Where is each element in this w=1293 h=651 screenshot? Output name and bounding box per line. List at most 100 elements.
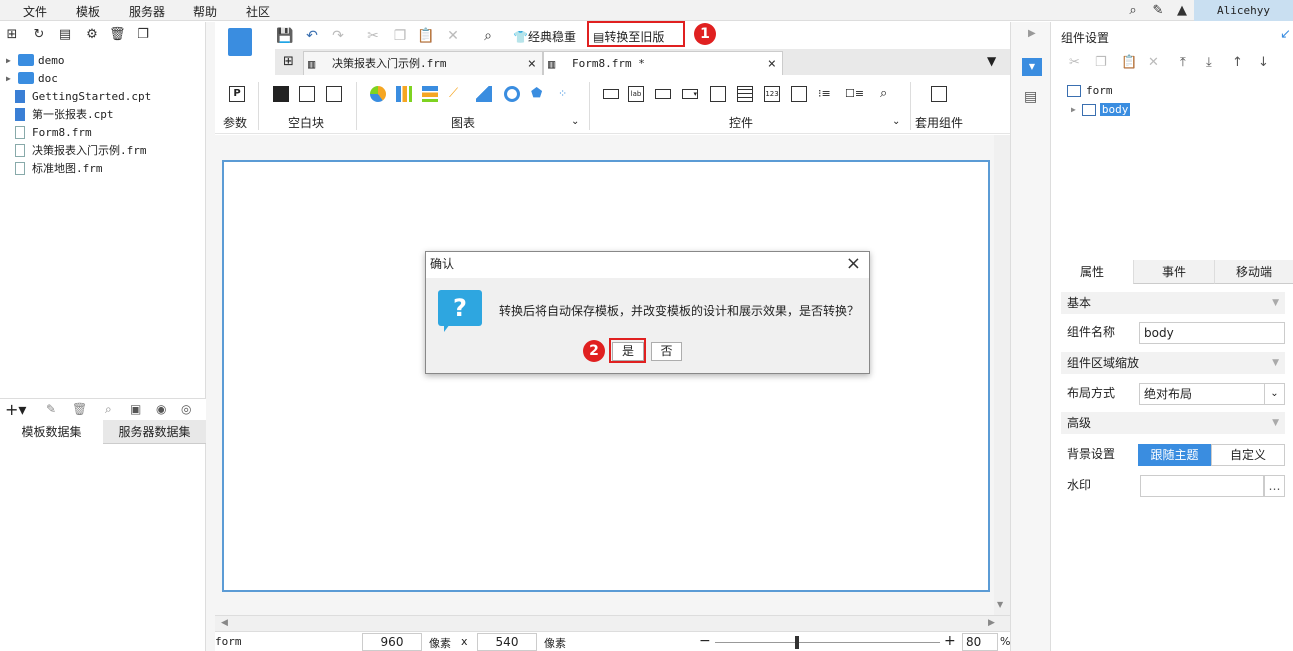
add-dataset-icon[interactable]: +▾ <box>5 400 26 419</box>
scroll-down-icon[interactable]: ▼ <box>997 600 1003 609</box>
pie-chart-icon[interactable] <box>370 86 386 102</box>
scatter-chart-icon[interactable]: ⁘ <box>558 86 574 102</box>
watermark-edit-button[interactable]: … <box>1264 475 1285 497</box>
text-field-icon[interactable] <box>655 89 671 99</box>
database-settings-icon[interactable]: ◎ <box>181 402 191 416</box>
scroll-left-icon[interactable]: ◀ <box>221 618 228 628</box>
vertical-scrollbar[interactable]: ▼ <box>994 135 1010 615</box>
tab-template-dataset[interactable]: 模板数据集 <box>0 420 103 444</box>
column-chart-icon[interactable] <box>422 86 438 102</box>
redo-icon[interactable]: ↷ <box>329 27 347 45</box>
zoom-input[interactable]: 80 <box>962 633 998 651</box>
tab-form8[interactable]: ▥ Form8.frm * × <box>543 51 783 75</box>
copy-icon[interactable]: ❐ <box>135 27 151 43</box>
section-zoom[interactable]: 组件区域缩放 ▼ <box>1061 352 1285 374</box>
expand-arrow-icon[interactable]: ▶ <box>6 56 18 65</box>
preview-icon[interactable]: ⌕ <box>105 402 112 417</box>
copy-icon[interactable]: ❐ <box>1095 55 1107 70</box>
settings-icon[interactable]: ⚙ <box>84 27 100 43</box>
date-widget-icon[interactable] <box>737 86 753 102</box>
combo-widget-icon[interactable] <box>710 86 726 102</box>
expand-arrow-icon[interactable]: ▶ <box>1071 105 1076 114</box>
search-icon[interactable]: ⌕ <box>1125 3 1141 19</box>
bg-follow-theme-button[interactable]: 跟随主题 <box>1138 444 1211 466</box>
checkbox-group-icon[interactable]: ☐≡ <box>845 86 864 102</box>
textarea-widget-icon[interactable] <box>791 86 807 102</box>
move-down-icon[interactable]: ↓ <box>1258 55 1269 70</box>
tree-item-decision-demo[interactable]: 决策报表入门示例.frm <box>12 141 147 159</box>
scroll-right-icon[interactable]: ▶ <box>988 618 995 628</box>
form-body-frame[interactable] <box>222 160 990 592</box>
tree-node-form[interactable]: form <box>1067 84 1113 97</box>
move-bottom-icon[interactable]: ⤓ <box>1206 55 1212 70</box>
tree-node-body[interactable]: ▶ body <box>1071 103 1131 116</box>
area-chart-icon[interactable] <box>476 86 492 102</box>
move-up-icon[interactable]: ↑ <box>1232 55 1243 70</box>
bar-chart-icon[interactable] <box>396 86 412 102</box>
tab-events[interactable]: 事件 <box>1133 260 1214 284</box>
cut-icon[interactable]: ✂ <box>364 27 382 45</box>
close-icon[interactable]: × <box>528 52 536 76</box>
delete-icon[interactable]: 🗑 <box>72 402 87 416</box>
delete-icon[interactable]: ✕ <box>1148 55 1159 70</box>
number-widget-icon[interactable]: 123 <box>764 86 780 102</box>
classic-theme-button[interactable]: 👕经典稳重 <box>513 28 576 45</box>
menu-template[interactable]: 模板 <box>76 3 100 20</box>
copy-icon[interactable]: ❐ <box>391 27 409 45</box>
tab-decision-demo[interactable]: ▥ 决策报表入门示例.frm × <box>303 51 543 75</box>
width-input[interactable]: 960 <box>362 633 422 651</box>
bg-custom-button[interactable]: 自定义 <box>1211 444 1285 466</box>
gauge-chart-icon[interactable] <box>504 86 520 102</box>
sql-icon[interactable]: ▣ <box>130 402 141 416</box>
edit-icon[interactable]: ✎ <box>46 402 56 416</box>
delete-icon[interactable]: 🗑 <box>109 27 126 43</box>
preview-icon[interactable]: ⌕ <box>479 27 497 45</box>
tree-item-gettingstarted[interactable]: GettingStarted.cpt <box>12 87 151 105</box>
expand-arrow-icon[interactable]: ▶ <box>6 74 18 83</box>
panel-splitter[interactable] <box>206 22 215 651</box>
chevron-down-icon[interactable]: ⌄ <box>892 116 900 127</box>
section-basic[interactable]: 基本 ▼ <box>1061 292 1285 314</box>
move-top-icon[interactable]: ⤒ <box>1180 55 1186 70</box>
component-name-input[interactable]: body <box>1139 322 1285 344</box>
menu-community[interactable]: 社区 <box>246 3 270 20</box>
new-folder-icon[interactable]: ⊞ <box>4 27 20 43</box>
refresh-icon[interactable]: ↻ <box>31 27 47 43</box>
paste-icon[interactable]: 📋 <box>1121 55 1137 70</box>
chevron-down-icon[interactable]: ⌄ <box>1264 384 1284 404</box>
delete-icon[interactable]: ✕ <box>444 27 462 45</box>
section-advanced[interactable]: 高级 ▼ <box>1061 412 1285 434</box>
paste-icon[interactable]: 📋 <box>417 27 435 45</box>
tree-item-first-report[interactable]: 第一张报表.cpt <box>12 105 114 123</box>
view-icon[interactable]: ▤ <box>57 27 73 43</box>
menu-help[interactable]: 帮助 <box>193 3 217 20</box>
user-account[interactable]: Alicehyy <box>1194 0 1293 21</box>
height-input[interactable]: 540 <box>477 633 537 651</box>
zoom-out-icon[interactable]: − <box>699 633 711 649</box>
absolute-block-icon[interactable] <box>326 86 342 102</box>
tab-server-dataset[interactable]: 服务器数据集 <box>103 420 206 444</box>
database-icon[interactable]: ◉ <box>156 402 166 416</box>
grid-icon[interactable]: ⊞ <box>283 54 294 69</box>
tab-block-icon[interactable] <box>299 86 315 102</box>
watermark-input[interactable] <box>1140 475 1264 497</box>
zoom-slider-handle[interactable] <box>795 636 799 649</box>
dropdown-widget-icon[interactable]: ▾ <box>682 89 698 99</box>
widget-settings-icon[interactable]: ▼ <box>1022 58 1042 76</box>
bell-icon[interactable]: ▲ <box>1174 3 1190 19</box>
line-chart-icon[interactable]: ⟋ <box>449 86 465 102</box>
menu-server[interactable]: 服务器 <box>129 3 165 20</box>
tab-properties[interactable]: 属性 <box>1051 260 1133 284</box>
close-icon[interactable]: × <box>846 254 861 274</box>
template-component-icon[interactable] <box>931 86 947 102</box>
zoom-in-icon[interactable]: + <box>944 633 956 649</box>
save-icon[interactable]: 💾 <box>276 27 294 45</box>
undo-icon[interactable]: ↶ <box>303 27 321 45</box>
param-icon[interactable]: P <box>229 86 245 102</box>
cut-icon[interactable]: ✂ <box>1069 55 1080 70</box>
query-widget-icon[interactable]: ⌕ <box>880 86 896 102</box>
collapse-arrow-icon[interactable]: ▶ <box>1028 28 1036 39</box>
label-widget-icon[interactable] <box>603 89 619 99</box>
layout-select[interactable]: 绝对布局 ⌄ <box>1139 383 1285 405</box>
menu-file[interactable]: 文件 <box>23 3 47 20</box>
